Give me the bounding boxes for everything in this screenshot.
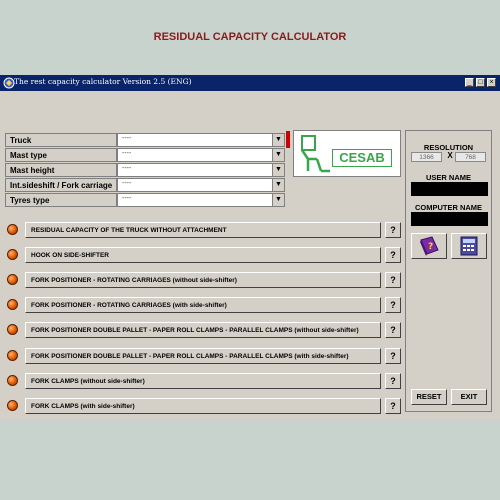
truck-value: ---- (122, 135, 132, 142)
radio-bullet-icon[interactable] (7, 249, 18, 260)
help-button[interactable]: ? (385, 348, 401, 364)
option-fork-clamps-with-button[interactable]: FORK CLAMPS (with side-shifter) (25, 398, 381, 414)
option-double-pallet-without-button[interactable]: FORK POSITIONER DOUBLE PALLET - PAPER RO… (25, 322, 381, 338)
radio-bullet-icon[interactable] (7, 324, 18, 335)
truck-label: Truck (5, 133, 117, 147)
sideshift-label: Int.sideshift / Fork carriage (5, 178, 117, 192)
chevron-down-icon[interactable]: ▼ (272, 194, 284, 206)
close-button[interactable]: × (487, 78, 496, 87)
radio-bullet-icon[interactable] (7, 274, 18, 285)
help-button[interactable]: ? (385, 322, 401, 338)
minimize-button[interactable]: _ (465, 78, 474, 87)
radio-bullet-icon[interactable] (7, 299, 18, 310)
truck-select[interactable]: ---- ▼ (117, 133, 285, 147)
chevron-down-icon[interactable]: ▼ (272, 149, 284, 161)
help-button[interactable]: ? (385, 222, 401, 238)
help-button[interactable]: ? (385, 373, 401, 389)
reset-button[interactable]: RESET (411, 389, 447, 405)
option-fork-positioner-without-button[interactable]: FORK POSITIONER - ROTATING CARRIAGES (wi… (25, 272, 381, 288)
selection-indicator (286, 131, 290, 148)
option-row: FORK POSITIONER DOUBLE PALLET - PAPER RO… (5, 322, 403, 338)
sideshift-select[interactable]: ---- ▼ (117, 178, 285, 192)
radio-bullet-icon[interactable] (7, 375, 18, 386)
help-button[interactable]: ? (385, 297, 401, 313)
option-row: RESIDUAL CAPACITY OF THE TRUCK WITHOUT A… (5, 222, 403, 238)
radio-bullet-icon[interactable] (7, 400, 18, 411)
help-button[interactable]: ? (385, 398, 401, 414)
maximize-button[interactable]: □ (476, 78, 485, 87)
calculator-icon (460, 236, 478, 256)
option-double-pallet-with-button[interactable]: FORK POSITIONER DOUBLE PALLET - PAPER RO… (25, 348, 381, 364)
exit-button[interactable]: EXIT (451, 389, 487, 405)
option-fork-positioner-with-button[interactable]: FORK POSITIONER - ROTATING CARRIAGES (wi… (25, 297, 381, 313)
resolution-width-field: 1366 (411, 152, 442, 162)
option-row: FORK POSITIONER - ROTATING CARRIAGES (wi… (5, 272, 403, 288)
mast-height-label: Mast height (5, 163, 117, 177)
help-book-icon: ? (420, 236, 439, 256)
sideshift-value: ---- (122, 180, 132, 187)
option-row: FORK CLAMPS (without side-shifter) ? (5, 373, 403, 389)
help-button[interactable]: ? (385, 247, 401, 263)
option-row: FORK CLAMPS (with side-shifter) ? (5, 398, 403, 414)
user-name-value (411, 182, 488, 196)
computer-name-value (411, 212, 488, 226)
option-row: HOOK ON SIDE-SHIFTER ? (5, 247, 403, 263)
mast-type-value: ---- (122, 150, 132, 157)
mast-height-value: ---- (122, 165, 132, 172)
cesab-logo: CESAB (293, 130, 401, 177)
page-title: RESIDUAL CAPACITY CALCULATOR (153, 31, 347, 43)
mast-height-select[interactable]: ---- ▼ (117, 163, 285, 177)
window-title: The rest capacity calculator Version 2.5… (14, 77, 192, 86)
option-row: FORK POSITIONER DOUBLE PALLET - PAPER RO… (5, 348, 403, 364)
help-book-button[interactable]: ? (411, 233, 447, 259)
svg-text:?: ? (428, 242, 433, 252)
calculator-button[interactable] (451, 233, 487, 259)
option-fork-clamps-without-button[interactable]: FORK CLAMPS (without side-shifter) (25, 373, 381, 389)
forklift-logo-icon (300, 135, 330, 173)
mast-type-label: Mast type (5, 148, 117, 162)
computer-name-label: COMPUTER NAME (414, 203, 483, 212)
chevron-down-icon[interactable]: ▼ (272, 179, 284, 191)
radio-bullet-icon[interactable] (7, 350, 18, 361)
option-no-attachment-button[interactable]: RESIDUAL CAPACITY OF THE TRUCK WITHOUT A… (25, 222, 381, 238)
option-row: FORK POSITIONER - ROTATING CARRIAGES (wi… (5, 297, 403, 313)
chevron-down-icon[interactable]: ▼ (272, 134, 284, 146)
tyres-type-value: ---- (122, 195, 132, 202)
logo-text: CESAB (332, 149, 392, 167)
user-name-label: USER NAME (425, 173, 471, 182)
info-panel: RESOLUTION 1366 X 768 USER NAME COMPUTER… (405, 130, 492, 412)
title-bar[interactable]: The rest capacity calculator Version 2.5… (0, 75, 500, 91)
help-button[interactable]: ? (385, 272, 401, 288)
mast-type-select[interactable]: ---- ▼ (117, 148, 285, 162)
radio-bullet-icon[interactable] (7, 224, 18, 235)
option-hook-on-button[interactable]: HOOK ON SIDE-SHIFTER (25, 247, 381, 263)
resolution-separator: X (447, 151, 453, 160)
tyres-type-label: Tyres type (5, 193, 117, 207)
chevron-down-icon[interactable]: ▼ (272, 164, 284, 176)
resolution-height-field: 768 (455, 152, 486, 162)
tyres-type-select[interactable]: ---- ▼ (117, 193, 285, 207)
